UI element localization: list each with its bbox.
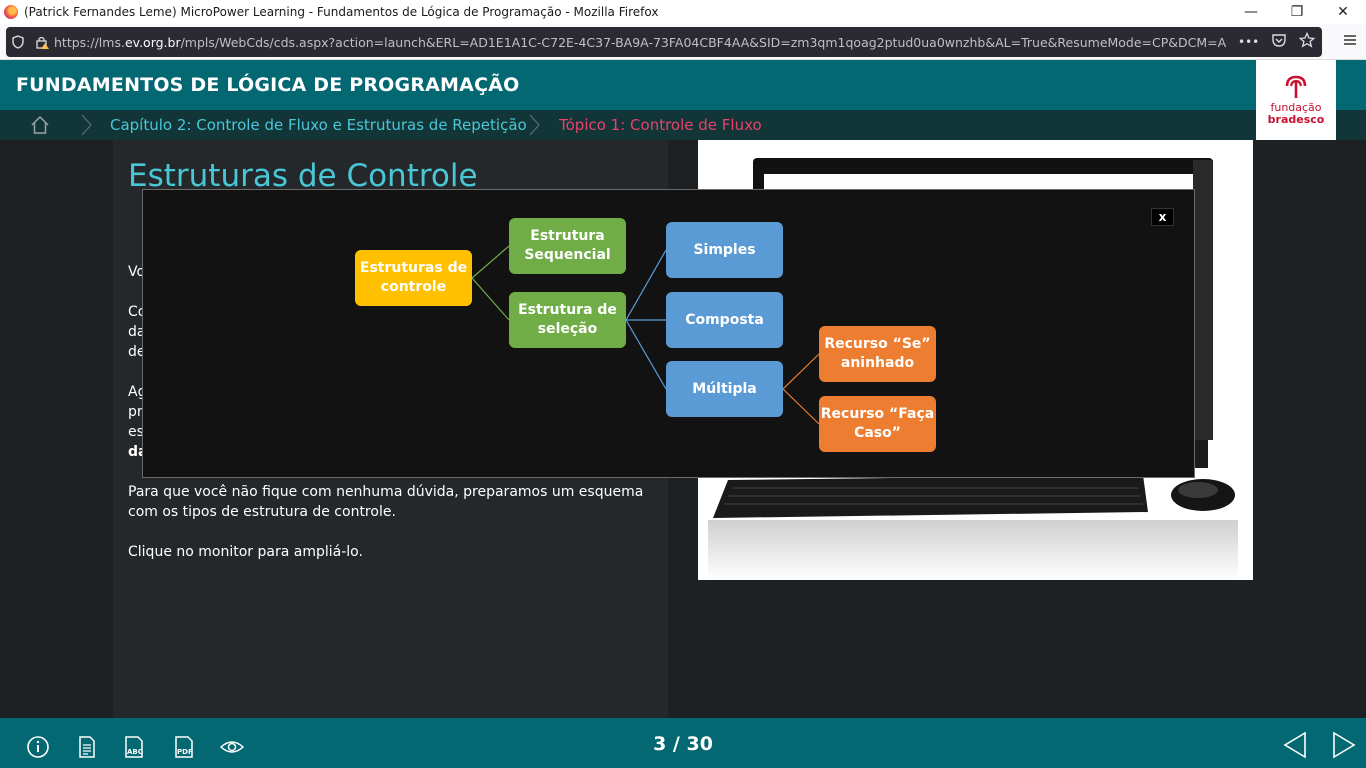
node-estrutura-sequencial: Estrutura Sequencial bbox=[509, 218, 626, 274]
close-modal-button[interactable]: x bbox=[1151, 208, 1174, 226]
node-multipla: Múltipla bbox=[666, 361, 783, 417]
node-estrutura-de-selecao: Estrutura de seleção bbox=[509, 292, 626, 348]
node-simples: Simples bbox=[666, 222, 783, 278]
node-recurso-se-aninhado: Recurso “Se” aninhado bbox=[819, 326, 936, 382]
node-estruturas-de-controle: Estruturas de controle bbox=[355, 250, 472, 306]
node-recurso-faca-caso: Recurso “Faça Caso” bbox=[819, 396, 936, 452]
node-composta: Composta bbox=[666, 292, 783, 348]
